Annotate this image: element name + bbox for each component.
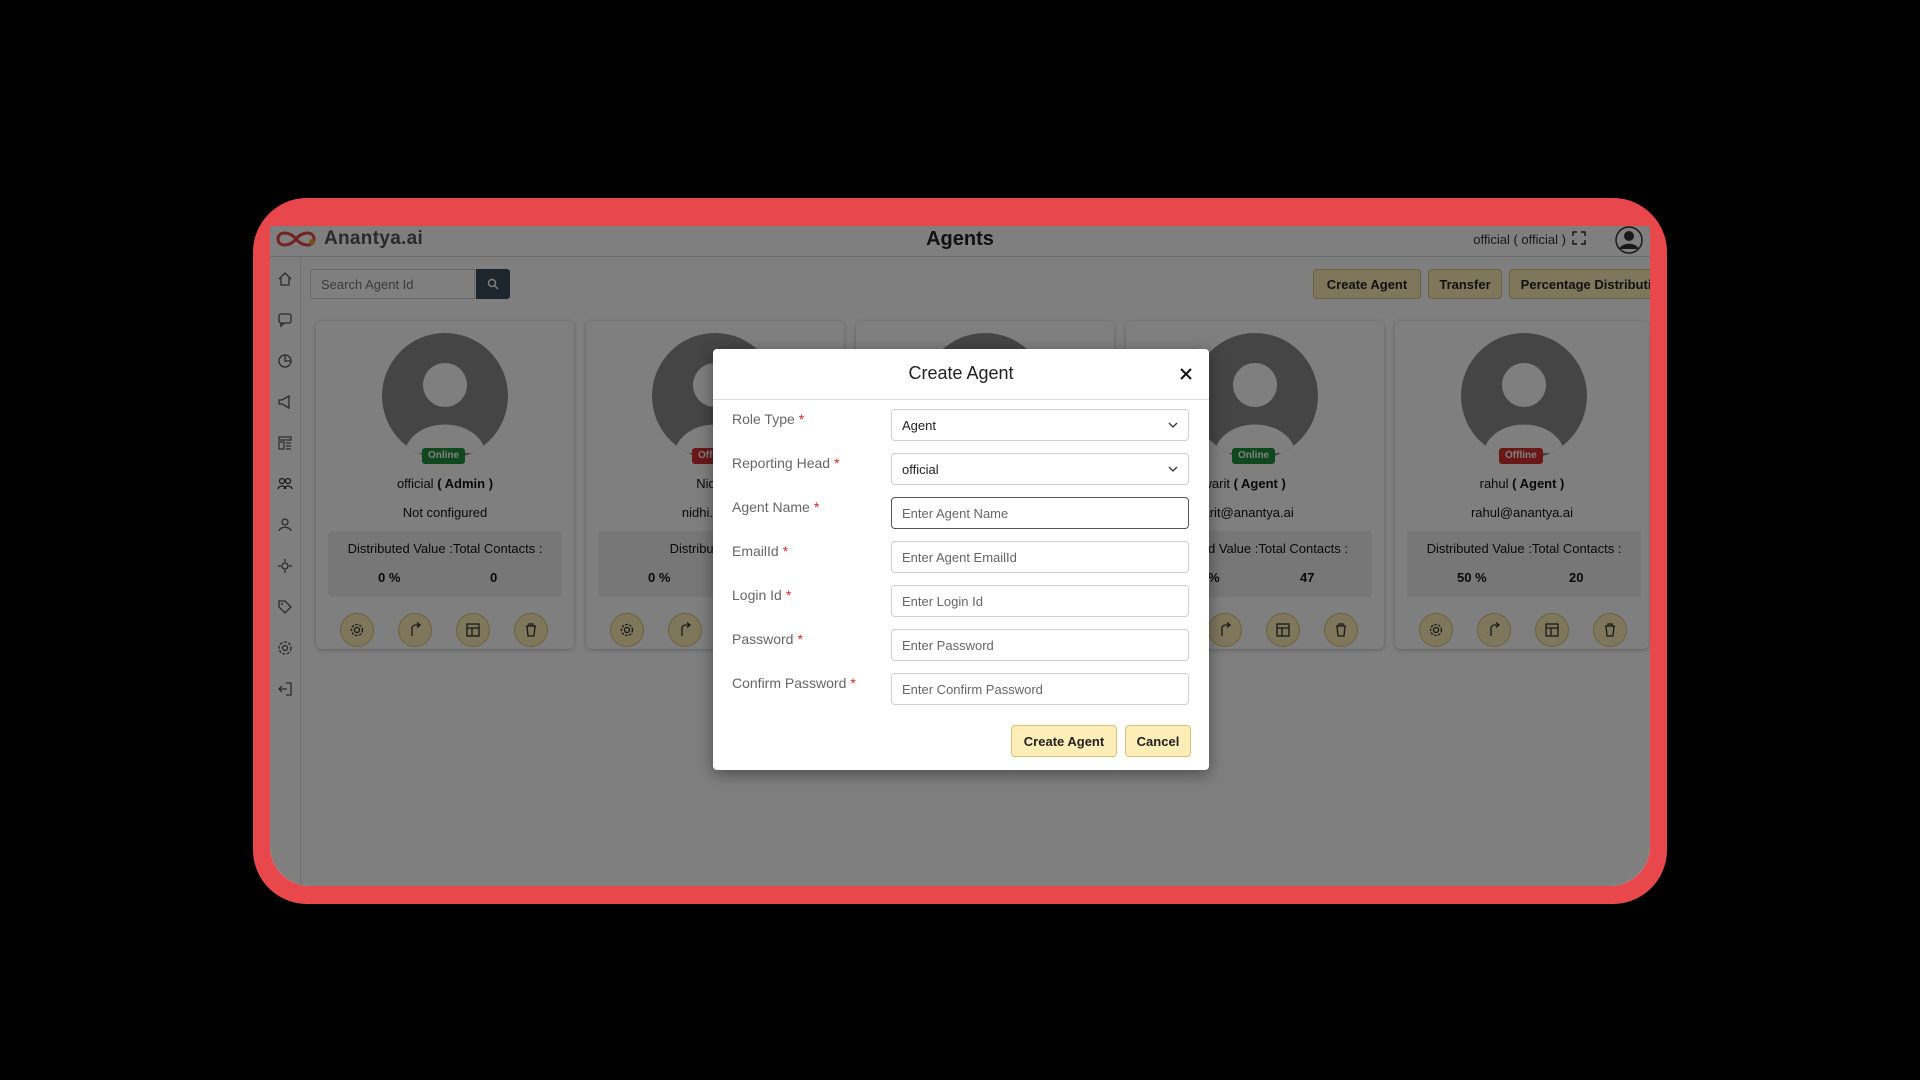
reporting-head-select[interactable]: official (891, 453, 1189, 485)
password-row: Password * (732, 629, 1192, 661)
agent-name-label: Agent Name * (732, 499, 819, 515)
modal-header: Create Agent (713, 349, 1209, 400)
reporting-head-label: Reporting Head * (732, 455, 840, 471)
cancel-button[interactable]: Cancel (1125, 725, 1191, 757)
email-input[interactable] (891, 541, 1189, 573)
chevron-down-icon (1168, 466, 1178, 472)
app-screen: Anantya.ai Agents official ( official ) (270, 226, 1650, 886)
login-id-input[interactable] (891, 585, 1189, 617)
required-mark: * (850, 675, 856, 691)
role-type-label: Role Type * (732, 411, 804, 427)
chevron-down-icon (1168, 422, 1178, 428)
required-mark: * (797, 631, 803, 647)
login-id-label: Login Id * (732, 587, 791, 603)
required-mark: * (782, 543, 789, 559)
agent-name-input[interactable] (891, 497, 1189, 529)
email-label-text: EmailId (732, 543, 779, 559)
agent-name-row: Agent Name * (732, 497, 1192, 529)
login-id-row: Login Id * (732, 585, 1192, 617)
required-mark: * (785, 587, 792, 603)
reporting-head-label-text: Reporting Head (732, 455, 831, 471)
confirm-password-label-text: Confirm Password (732, 675, 847, 691)
device-frame: Anantya.ai Agents official ( official ) (253, 198, 1667, 904)
password-label-text: Password (732, 631, 794, 647)
email-label: EmailId * (732, 543, 788, 559)
role-type-value: Agent (902, 417, 936, 433)
confirm-password-input[interactable] (891, 673, 1189, 705)
confirm-password-label: Confirm Password * (732, 675, 856, 691)
role-type-label-text: Role Type (732, 411, 795, 427)
required-mark: * (834, 455, 840, 471)
app-root: Anantya.ai Agents official ( official ) (270, 226, 1650, 886)
reporting-head-value: official (902, 461, 939, 477)
required-mark: * (798, 411, 805, 427)
password-label: Password * (732, 631, 803, 647)
role-type-row: Role Type * Agent (732, 409, 1192, 441)
required-mark: * (813, 499, 820, 515)
password-input[interactable] (891, 629, 1189, 661)
role-type-select[interactable]: Agent (891, 409, 1189, 441)
confirm-password-row: Confirm Password * (732, 673, 1192, 705)
email-row: EmailId * (732, 541, 1192, 573)
agent-name-label-text: Agent Name (732, 499, 810, 515)
reporting-head-row: Reporting Head * official (732, 453, 1192, 485)
create-agent-submit-button[interactable]: Create Agent (1011, 725, 1117, 757)
create-agent-modal: Create Agent Role Type * Agent Reporting … (713, 349, 1209, 770)
close-icon[interactable] (1177, 365, 1195, 383)
modal-title: Create Agent (908, 363, 1014, 383)
login-id-label-text: Login Id (732, 587, 782, 603)
